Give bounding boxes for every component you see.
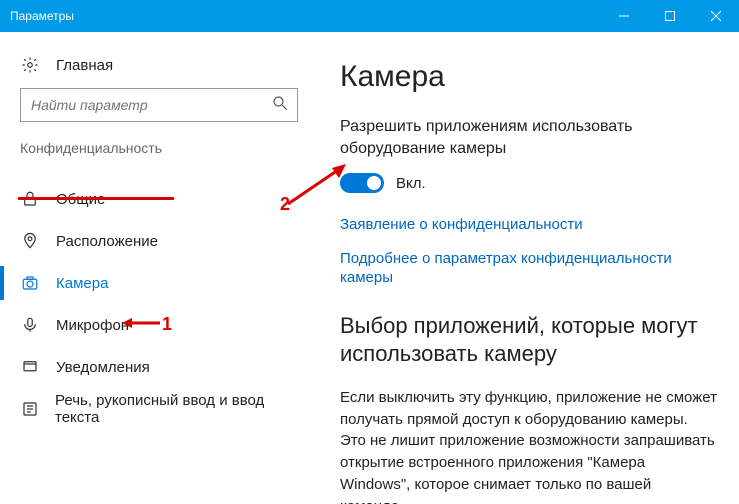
camera-toggle[interactable] (340, 173, 384, 193)
search-input[interactable] (31, 97, 261, 113)
gear-icon (20, 56, 40, 74)
toggle-state-label: Вкл. (396, 175, 426, 192)
location-icon (20, 232, 40, 250)
sidebar-item-location[interactable]: Расположение (0, 220, 320, 262)
camera-icon (20, 274, 40, 292)
sidebar-menu: Общие Расположение Камера (0, 178, 320, 430)
more-info-link[interactable]: Подробнее о параметрах конфиденциальност… (340, 249, 717, 288)
sidebar-item-notifications[interactable]: Уведомления (0, 346, 320, 388)
home-label: Главная (56, 57, 113, 74)
allow-description: Разрешить приложениям использовать обору… (340, 116, 717, 159)
toggle-knob (367, 176, 381, 190)
content-pane: Камера Разрешить приложениям использоват… (320, 32, 739, 504)
search-box[interactable] (20, 88, 298, 122)
section-title: Конфиденциальность (0, 140, 182, 162)
titlebar: Параметры (0, 0, 739, 32)
sidebar-item-label: Расположение (56, 233, 158, 250)
sidebar-item-speech[interactable]: Речь, рукописный ввод и ввод текста (0, 388, 320, 430)
sidebar-item-label: Уведомления (56, 359, 150, 376)
subheading: Выбор приложений, которые могут использо… (340, 312, 717, 369)
sidebar-item-camera[interactable]: Камера (0, 262, 320, 304)
notification-icon (20, 358, 40, 376)
body-text: Если выключить эту функцию, приложение н… (340, 387, 717, 504)
privacy-statement-link[interactable]: Заявление о конфиденциальности (340, 215, 717, 235)
page-heading: Камера (340, 60, 717, 94)
maximize-button[interactable] (647, 0, 693, 32)
minimize-button[interactable] (601, 0, 647, 32)
annotation-number-1: 1 (162, 314, 172, 335)
sidebar: Главная Конфиденциальность Общи (0, 32, 320, 504)
annotation-underline (18, 197, 174, 200)
window-title: Параметры (10, 9, 74, 23)
sidebar-item-label: Камера (56, 275, 108, 292)
speech-icon (20, 400, 39, 418)
close-button[interactable] (693, 0, 739, 32)
sidebar-item-microphone[interactable]: Микрофон (0, 304, 320, 346)
sidebar-item-label: Микрофон (56, 317, 129, 334)
window-controls (601, 0, 739, 32)
home-button[interactable]: Главная (0, 50, 320, 88)
sidebar-item-label: Речь, рукописный ввод и ввод текста (55, 392, 300, 426)
search-icon (271, 94, 289, 117)
microphone-icon (20, 316, 40, 334)
annotation-number-2: 2 (280, 194, 290, 215)
